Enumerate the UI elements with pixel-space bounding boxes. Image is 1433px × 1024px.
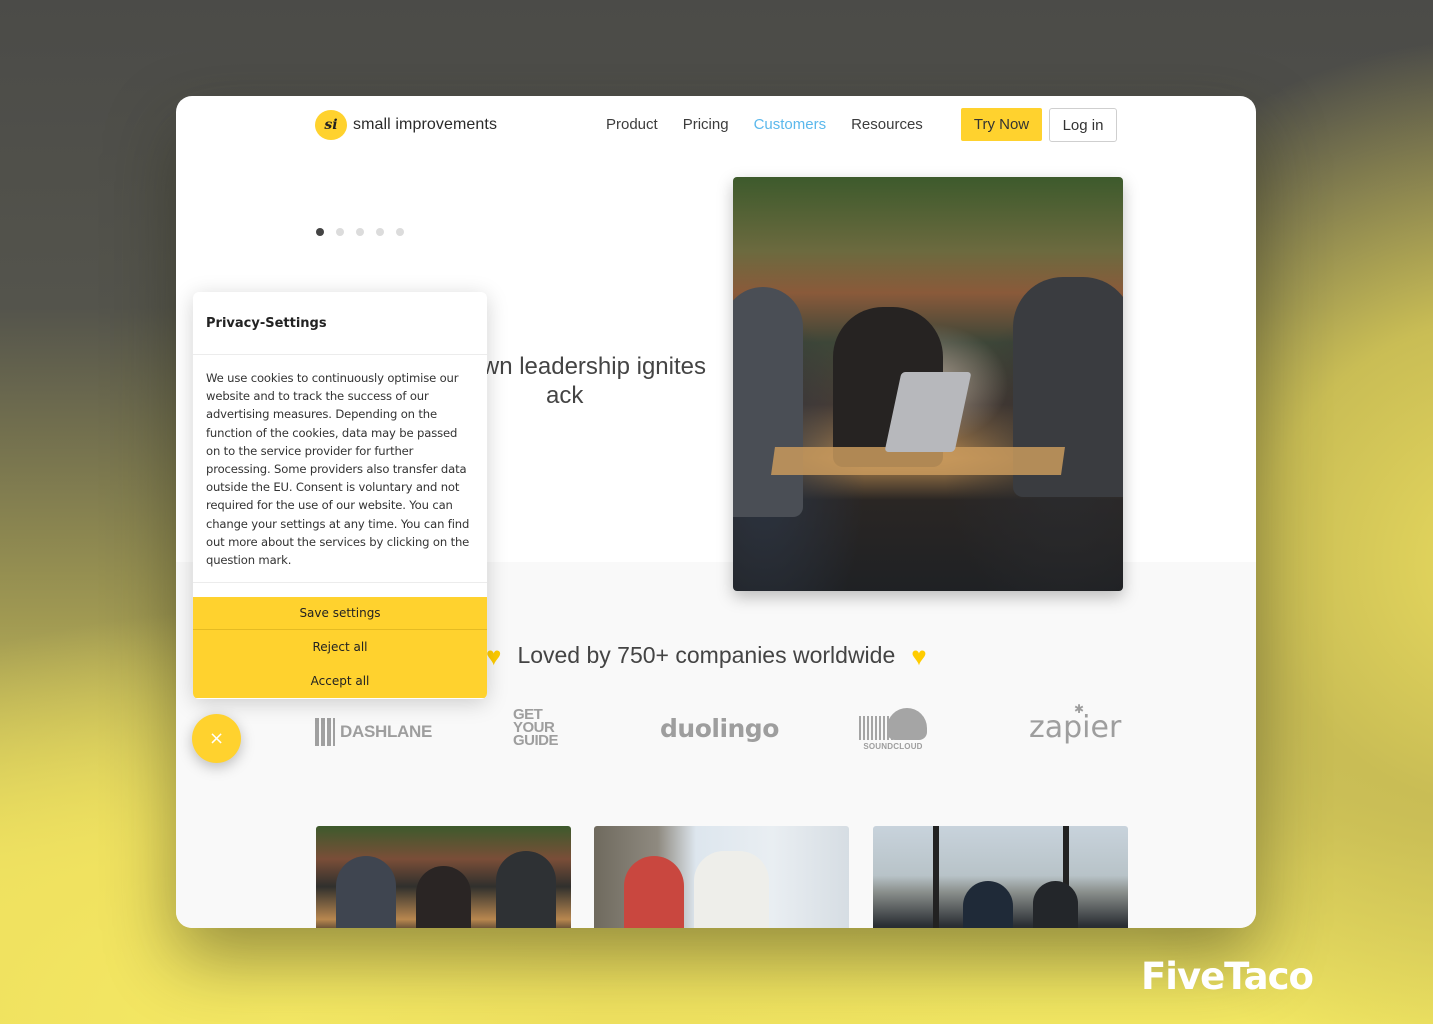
logo-mark-icon: si (315, 110, 347, 140)
carousel-dots (316, 228, 404, 236)
reject-all-button[interactable]: Reject all (193, 630, 487, 664)
nav-product[interactable]: Product (606, 116, 658, 133)
try-now-button[interactable]: Try Now (961, 108, 1042, 141)
logo-soundcloud: SOUNDCLOUD (858, 708, 928, 751)
nav-pricing[interactable]: Pricing (683, 116, 729, 133)
save-settings-button[interactable]: Save settings (193, 597, 487, 630)
privacy-title: Privacy-Settings (193, 292, 487, 355)
case-study-card[interactable] (316, 826, 571, 928)
loved-by-text: Loved by 750+ companies worldwide (517, 642, 896, 668)
zapier-asterisk-icon: ✱ (1074, 702, 1085, 716)
photo-figure (416, 866, 471, 928)
login-button[interactable]: Log in (1049, 108, 1117, 142)
hero-image (733, 177, 1123, 591)
case-study-card[interactable] (873, 826, 1128, 928)
photo-figure (496, 851, 556, 928)
logo-text: small improvements (353, 116, 498, 133)
logo-dashlane-text: DASHLANE (340, 722, 433, 741)
close-privacy-button[interactable]: × (192, 714, 241, 763)
loved-by-heading: ♥ Loved by 750+ companies worldwide ♥ (486, 642, 927, 669)
privacy-settings-dialog: Privacy-Settings We use cookies to conti… (193, 292, 487, 699)
logo-zapier: ✱ zapier (1029, 702, 1121, 745)
photo-figure (694, 851, 769, 928)
case-study-card[interactable] (594, 826, 849, 928)
carousel-dot-4[interactable] (376, 228, 384, 236)
carousel-dot-3[interactable] (356, 228, 364, 236)
soundcloud-icon (859, 708, 927, 740)
photo-figure (1033, 881, 1078, 928)
carousel-dot-5[interactable] (396, 228, 404, 236)
logo-soundcloud-text: SOUNDCLOUD (863, 742, 923, 751)
carousel-dot-2[interactable] (336, 228, 344, 236)
accept-all-button[interactable]: Accept all (193, 664, 487, 698)
dashlane-icon (315, 718, 335, 746)
logo-getyourguide: GET YOUR GUIDE (513, 707, 559, 749)
watermark-logo: FiveTaco (1141, 955, 1314, 998)
close-icon: × (208, 728, 225, 749)
gyg-line: GUIDE (513, 732, 559, 749)
nav-customers[interactable]: Customers (754, 116, 827, 133)
main-nav: Product Pricing Customers Resources (606, 116, 923, 133)
heart-icon: ♥ (911, 640, 927, 671)
nav-resources[interactable]: Resources (851, 116, 923, 133)
logo[interactable]: si small improvements (315, 110, 497, 140)
carousel-dot-1[interactable] (316, 228, 324, 236)
photo-figure (963, 881, 1013, 928)
photo-figure (336, 856, 396, 928)
heart-icon: ♥ (486, 640, 502, 671)
logo-duolingo: duolingo (660, 714, 779, 743)
privacy-body-text: We use cookies to continuously optimise … (193, 355, 487, 583)
window-frame (933, 826, 939, 928)
logo-dashlane: DASHLANE (315, 718, 432, 746)
customer-logos: DASHLANE GET YOUR GUIDE duolingo SOUNDCL… (315, 702, 1121, 756)
photo-person-left (733, 287, 803, 517)
privacy-buttons: Save settings Reject all Accept all (193, 597, 487, 698)
photo-figure (624, 856, 684, 928)
